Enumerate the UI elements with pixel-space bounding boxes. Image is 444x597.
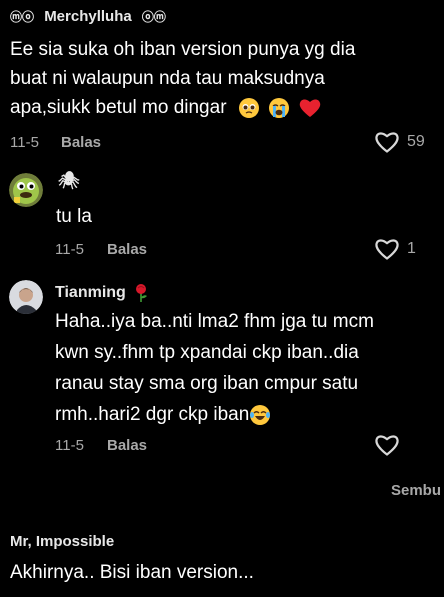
reply-button[interactable]: Balas xyxy=(107,241,147,258)
comment-text: Haha..iya ba..nti lma2 fhm jga tu mcm kw… xyxy=(55,306,440,430)
comment-line-with-emoji: rmh..hari2 dgr ckp iban xyxy=(55,399,440,430)
comment-line: apa,siukk betul mo dingar xyxy=(10,97,227,118)
joy-face-emoji xyxy=(250,404,271,425)
comment-date: 11-5 xyxy=(55,241,84,258)
comment-username[interactable]: ⓜⓞ Merchylluha ⓞⓜ xyxy=(10,8,166,25)
comment-username[interactable]: Mr, Impossible xyxy=(10,533,114,550)
comment-line: rmh..hari2 dgr ckp iban xyxy=(55,404,250,425)
comment-date: 11-5 xyxy=(10,134,39,151)
rose-emoji xyxy=(136,284,147,302)
comment-username-row[interactable]: Tianming xyxy=(55,283,150,303)
like-count: 59 xyxy=(407,133,425,150)
comment-line: ranau stay sma org iban cmpur satu xyxy=(55,373,359,394)
comment-text: tu la xyxy=(56,206,92,227)
username-text: Merchylluha xyxy=(44,8,132,25)
like-count: 1 xyxy=(407,240,416,257)
username-decoration: ⓞⓜ xyxy=(141,10,166,24)
reply-button[interactable]: Balas xyxy=(107,437,147,454)
comment-line: kwn sy..fhm tp xpandai ckp iban..dia xyxy=(55,342,359,363)
comment-line-with-emoji: apa,siukk betul mo dingar xyxy=(10,93,440,122)
avatar[interactable] xyxy=(9,173,43,207)
comment-username: Tianming xyxy=(55,283,126,301)
crying-face-emoji xyxy=(269,97,290,118)
hide-replies-button[interactable]: Sembu xyxy=(391,482,441,499)
comment-text: Ee sia suka oh iban version punya yg dia… xyxy=(10,35,440,122)
comment-date: 11-5 xyxy=(55,437,84,454)
avatar[interactable] xyxy=(9,280,43,314)
heart-outline-icon[interactable] xyxy=(374,130,400,154)
red-heart-emoji xyxy=(300,99,321,117)
reply-button[interactable]: Balas xyxy=(61,134,101,151)
comment-line: Haha..iya ba..nti lma2 fhm jga tu mcm xyxy=(55,311,374,332)
comment-line: Ee sia suka oh iban version punya yg dia xyxy=(10,39,356,60)
comment-line: buat ni walaupun nda tau maksudnya xyxy=(10,68,325,89)
heart-outline-icon[interactable] xyxy=(374,237,400,261)
heart-outline-icon[interactable] xyxy=(374,433,400,457)
pleading-face-emoji xyxy=(238,97,259,118)
comment-text: Akhirnya.. Bisi iban version... xyxy=(10,562,254,583)
comment-username[interactable]: 🕷 xyxy=(58,171,80,191)
username-decoration: ⓜⓞ xyxy=(10,10,35,24)
